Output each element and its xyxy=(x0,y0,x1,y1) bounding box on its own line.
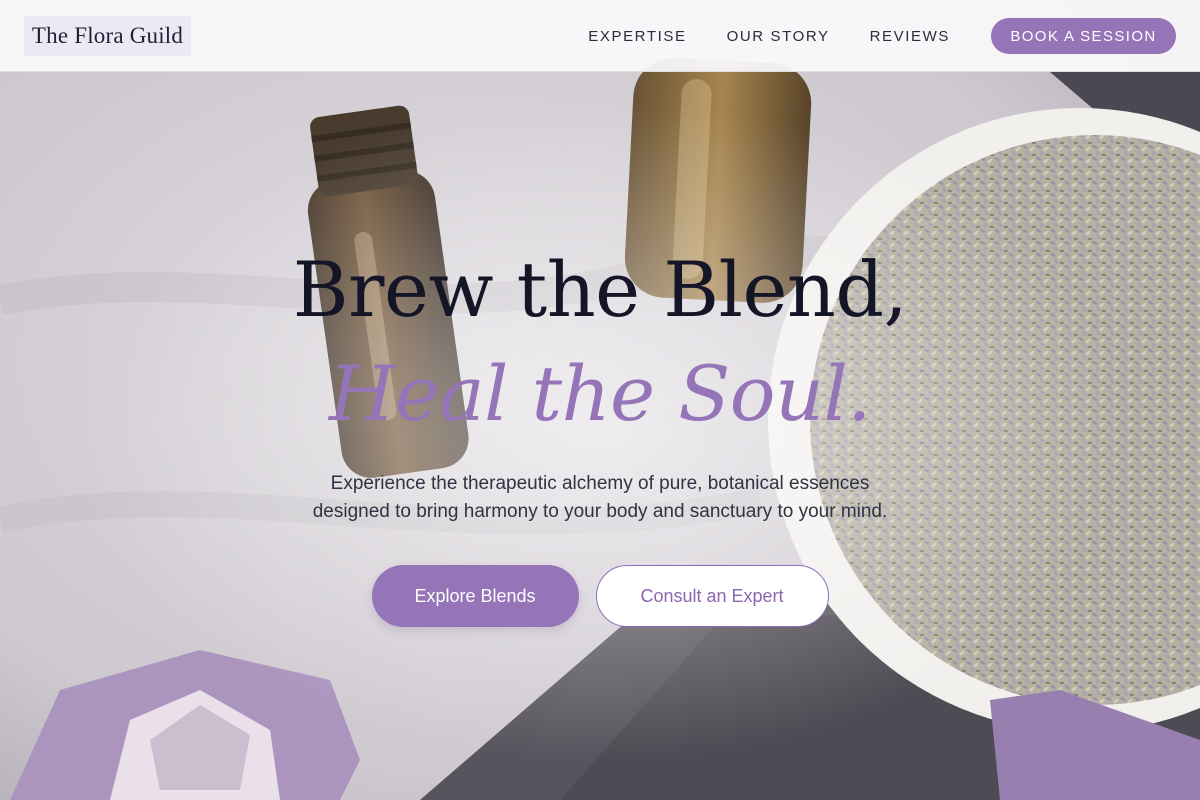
main-nav: EXPERTISE OUR STORY REVIEWS xyxy=(588,0,950,72)
book-session-button[interactable]: BOOK A SESSION xyxy=(991,18,1176,54)
hero-subtitle: Experience the therapeutic alchemy of pu… xyxy=(250,470,950,526)
explore-blends-button[interactable]: Explore Blends xyxy=(371,565,579,627)
hero-title-accent: Heal the Soul. xyxy=(329,349,871,438)
hero-cta-group: Explore Blends Consult an Expert xyxy=(0,565,1200,627)
hero-subtitle-line1: Experience the therapeutic alchemy of pu… xyxy=(330,473,870,494)
hero-title: Brew the Blend, xyxy=(292,245,908,334)
nav-link-reviews[interactable]: REVIEWS xyxy=(870,28,950,45)
nav-link-expertise[interactable]: EXPERTISE xyxy=(588,28,686,45)
hero-section: Brew the Blend, Heal the Soul. Experienc… xyxy=(0,72,1200,800)
consult-expert-button[interactable]: Consult an Expert xyxy=(595,565,829,627)
hero-subtitle-line2: designed to bring harmony to your body a… xyxy=(312,501,888,522)
site-header: The Flora Guild EXPERTISE OUR STORY REVI… xyxy=(0,0,1200,72)
nav-link-our-story[interactable]: OUR STORY xyxy=(727,28,830,45)
brand-logo[interactable]: The Flora Guild xyxy=(24,16,191,56)
